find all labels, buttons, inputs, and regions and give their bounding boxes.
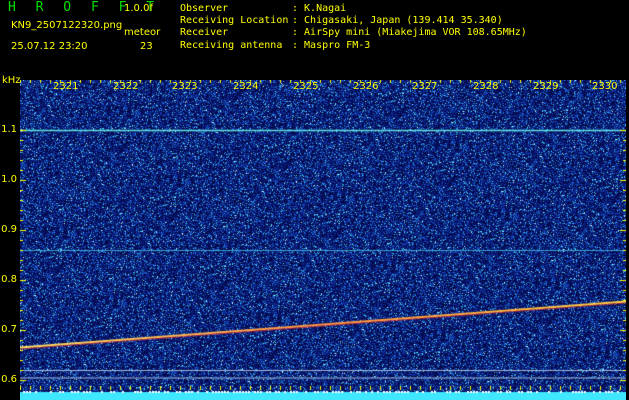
app-version: 1.0.0f [124,3,153,14]
station-row-antenna: Receiving antenna : Maspro FM-3 [180,40,527,52]
y-tick-label: 1.0 [1,174,17,185]
station-row-location: Receiving Location : Chigasaki, Japan (1… [180,15,527,27]
station-label: Receiving antenna [180,39,283,51]
y-tick-label: 0.9 [1,224,17,235]
station-value: : Chigasaki, Japan (139.414 35.340) [292,15,503,27]
station-label: Receiver [180,27,229,39]
station-row-receiver: Receiver : AirSpy mini (Miakejima VOR 10… [180,27,527,39]
station-label: Observer [180,3,229,14]
x-tick-label: 2325 [293,81,319,92]
y-tick-label: 0.7 [1,324,17,335]
hrofft-screen: H R O F F T 1.0.0f KN9_2507122320.png me… [0,0,629,400]
x-tick-label: 2329 [533,81,559,92]
x-tick-label: 2330 [592,81,618,92]
meteor-label: meteor [124,27,161,38]
x-tick-label: 2327 [412,81,438,92]
y-tick-label: 0.8 [1,274,17,285]
x-tick-label: 2326 [353,81,379,92]
y-tick-label: 1.1 [1,124,17,135]
y-axis-unit: kHz [2,75,21,86]
x-tick-label: 2324 [233,81,259,92]
station-value: : Maspro FM-3 [292,39,371,51]
station-value: : K.Nagai [292,3,347,14]
station-info: Observer : K.Nagai Receiving Location : … [180,3,527,52]
x-tick-label: 2322 [113,81,139,92]
x-tick-label: 2328 [473,81,499,92]
spectrogram-canvas [20,80,626,400]
station-value: : AirSpy mini (Miakejima VOR 108.65MHz) [292,27,527,39]
file-name: KN9_2507122320.png [11,20,123,31]
station-row-observer: Observer : K.Nagai [180,3,527,15]
meteor-count: 23 [140,41,153,52]
station-label: Receiving Location [180,15,289,27]
x-tick-label: 2321 [53,81,79,92]
y-tick-label: 0.6 [1,374,17,385]
capture-datetime: 25.07.12 23:20 [11,41,88,52]
x-tick-label: 2323 [172,81,198,92]
